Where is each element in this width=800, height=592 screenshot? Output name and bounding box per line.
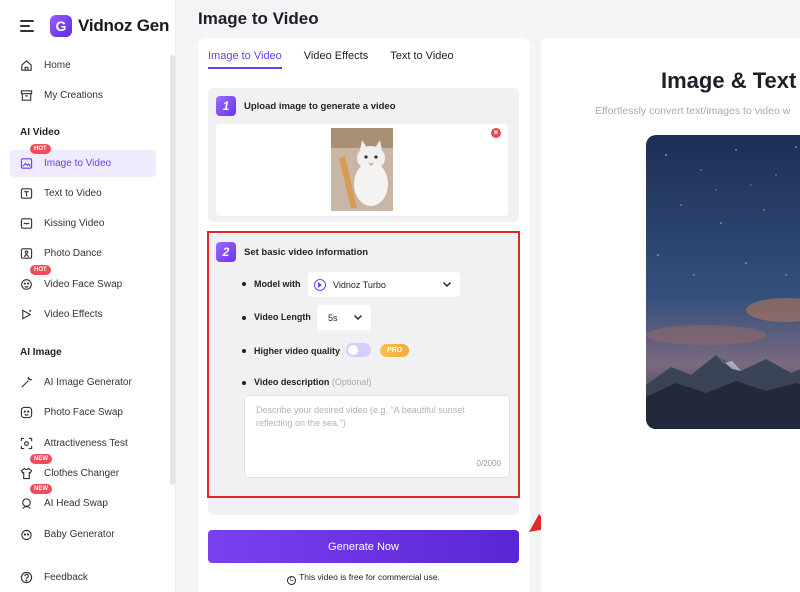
promo-title: Image & Text t	[661, 68, 800, 93]
effects-icon	[20, 308, 33, 321]
sidebar-item-home[interactable]: Home	[10, 52, 156, 79]
sidebar-item-label: Kissing Video	[44, 218, 105, 229]
sidebar-item-label: Image to Video	[44, 158, 112, 169]
step-2-highlight-frame	[207, 231, 520, 498]
archive-icon	[20, 89, 33, 102]
sidebar-item-label: Text to Video	[44, 188, 102, 199]
brand: G Vidnoz Gen	[20, 14, 169, 38]
sidebar-item-label: Home	[44, 60, 71, 71]
sidebar-item-label: Photo Dance	[44, 248, 102, 259]
sidebar-item-video-face-swap[interactable]: HOT Video Face Swap	[10, 265, 156, 298]
sidebar-item-ai-head-swap[interactable]: NEW AI Head Swap	[10, 484, 156, 517]
generate-now-button[interactable]: Generate Now	[208, 530, 519, 563]
sidebar-item-clothes-changer[interactable]: NEW Clothes Changer	[10, 454, 156, 487]
sidebar-item-label: AI Image Generator	[44, 377, 132, 388]
baby-icon	[20, 528, 33, 541]
sidebar-scrollbar[interactable]	[170, 55, 175, 485]
step-number: 1	[216, 96, 236, 116]
help-icon	[20, 571, 33, 584]
uploaded-image-thumbnail	[331, 128, 393, 211]
text-video-icon	[20, 187, 33, 200]
sidebar-item-label: My Creations	[44, 90, 103, 101]
promo-panel: Image & Text t Effortlessly convert text…	[541, 38, 800, 592]
remove-image-button[interactable]: ×	[491, 128, 501, 138]
tab-image-to-video[interactable]: Image to Video	[208, 50, 282, 69]
scan-icon	[20, 437, 33, 450]
sidebar-item-photo-face-swap[interactable]: Photo Face Swap	[10, 399, 156, 426]
page-title: Image to Video	[198, 9, 319, 28]
sidebar-item-label: Attractiveness Test	[44, 438, 128, 449]
sidebar-item-text-to-video[interactable]: Text to Video	[10, 180, 156, 207]
step-1-upload: 1 Upload image to generate a video ×	[208, 88, 519, 222]
sidebar-item-label: Video Face Swap	[44, 279, 123, 290]
feedback-label: Feedback	[44, 572, 88, 583]
new-badge: NEW	[30, 484, 52, 494]
face-swap-icon	[20, 278, 33, 291]
hot-badge: HOT	[30, 265, 51, 275]
kiss-icon	[20, 217, 33, 230]
new-badge: NEW	[30, 454, 52, 464]
dance-icon	[20, 247, 33, 260]
home-icon	[20, 59, 33, 72]
sidebar-item-baby-generator[interactable]: Baby Generator	[10, 521, 156, 548]
sidebar-item-label: AI Head Swap	[44, 498, 108, 509]
preview-video-image[interactable]	[646, 135, 800, 429]
sidebar-item-label: Baby Generator	[44, 529, 115, 540]
feedback-link[interactable]: Feedback	[20, 571, 88, 584]
sparkle-icon	[20, 376, 33, 389]
logo-icon[interactable]: G	[50, 15, 72, 37]
sidebar-item-ai-image-generator[interactable]: AI Image Generator	[10, 369, 156, 396]
tab-text-to-video[interactable]: Text to Video	[390, 50, 453, 69]
free-use-note: C This video is free for commercial use.	[208, 572, 519, 585]
image-video-icon	[20, 157, 33, 170]
head-icon	[20, 497, 33, 510]
sidebar-item-my-creations[interactable]: My Creations	[10, 82, 156, 109]
shirt-icon	[20, 467, 33, 480]
upload-area[interactable]: ×	[216, 124, 508, 216]
promo-subtitle: Effortlessly convert text/images to vide…	[595, 105, 791, 117]
sidebar-item-video-effects[interactable]: Video Effects	[10, 301, 156, 328]
copyright-icon: C	[287, 576, 297, 585]
sidebar-item-kissing-video[interactable]: Kissing Video	[10, 210, 156, 237]
sidebar-item-label: Video Effects	[44, 309, 103, 320]
section-title-ai-image: AI Image	[20, 347, 62, 358]
sidebar-item-photo-dance[interactable]: Photo Dance	[10, 240, 156, 267]
face-icon	[20, 406, 33, 419]
sidebar-item-image-to-video[interactable]: HOT Image to Video	[10, 144, 156, 177]
sidebar-item-label: Clothes Changer	[44, 468, 120, 479]
tab-video-effects[interactable]: Video Effects	[304, 50, 368, 69]
brand-name[interactable]: Vidnoz Gen	[78, 16, 169, 36]
sidebar-item-attractiveness-test[interactable]: Attractiveness Test	[10, 430, 156, 457]
menu-icon[interactable]	[20, 20, 34, 32]
section-title-ai-video: AI Video	[20, 127, 60, 138]
sidebar: G Vidnoz Gen Home My Creations AI Video …	[0, 0, 176, 592]
step-title: Upload image to generate a video	[244, 101, 396, 112]
tab-bar: Image to Video Video Effects Text to Vid…	[208, 50, 476, 69]
free-note-text: This video is free for commercial use.	[299, 572, 440, 582]
sidebar-item-label: Photo Face Swap	[44, 407, 123, 418]
hot-badge: HOT	[30, 144, 51, 154]
